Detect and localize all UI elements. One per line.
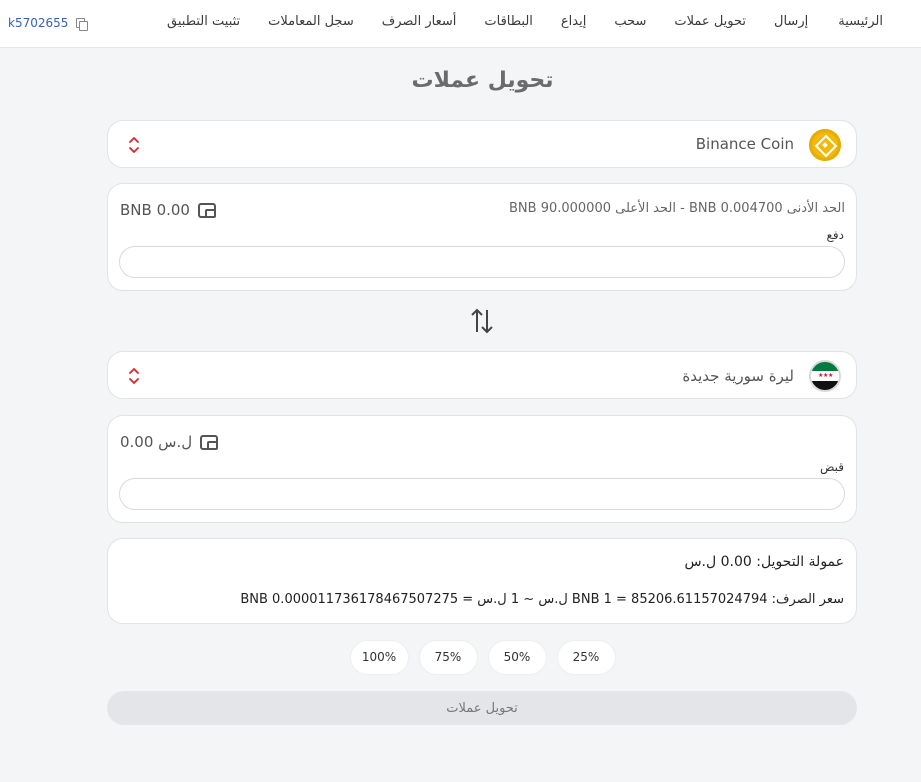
sort-arrows-icon — [129, 137, 139, 153]
sort-arrows-icon — [129, 368, 139, 384]
nav-item-exchange-rates[interactable]: أسعار الصرف — [382, 14, 457, 29]
percent-100-button[interactable]: 100% — [349, 640, 409, 675]
nav-item-deposit[interactable]: إيداع — [561, 14, 586, 29]
to-currency-name: ليرة سورية جديدة — [682, 367, 794, 385]
commission-text: عمولة التحويل: 0.00 ل.س — [684, 554, 844, 570]
to-currency-selector[interactable]: ★ ★ ★ ليرة سورية جديدة — [107, 351, 857, 399]
swap-arrows-icon[interactable] — [470, 307, 494, 335]
receive-label: قبض — [819, 460, 844, 474]
page-title: تحويل عملات — [411, 68, 554, 93]
bnb-coin-icon — [809, 129, 841, 161]
nav-item-install-app[interactable]: تثبيت التطبيق — [167, 14, 240, 29]
percent-25-button[interactable]: 25% — [556, 640, 616, 675]
pay-amount-input[interactable] — [119, 246, 845, 278]
receive-amount-input[interactable] — [119, 478, 845, 510]
account-id-block: k5702655 — [8, 16, 89, 31]
percent-buttons: 25% 50% 75% 100% — [0, 640, 921, 675]
main-nav: الرئيسية إرسال تحويل عملات سحب إيداع الب… — [167, 14, 883, 29]
pay-amount-card: BNB 0.00 الحد الأدنى BNB 0.004700 - الحد… — [107, 183, 857, 291]
conversion-info-card: عمولة التحويل: 0.00 ل.س سعر الصرف: BNB 1… — [107, 538, 857, 624]
from-currency-selector[interactable]: Binance Coin — [107, 120, 857, 168]
min-max-limits: الحد الأدنى BNB 0.004700 - الحد الأعلى B… — [509, 201, 845, 216]
wallet-icon — [200, 434, 219, 450]
convert-submit-button[interactable]: تحويل عملات — [107, 691, 857, 725]
exchange-rate-text: سعر الصرف: BNB 1 = 85206.61157024794 ل.س… — [240, 592, 844, 607]
copy-icon[interactable] — [76, 17, 89, 31]
nav-item-cards[interactable]: البطاقات — [484, 14, 533, 29]
pay-label: دفع — [826, 228, 844, 242]
syria-flag-icon: ★ ★ ★ — [809, 360, 841, 392]
percent-75-button[interactable]: 75% — [418, 640, 478, 675]
to-wallet-balance: 0.00 ل.س — [120, 433, 219, 451]
from-currency-name: Binance Coin — [695, 135, 794, 153]
from-balance-value: BNB 0.00 — [120, 201, 190, 219]
nav-item-send[interactable]: إرسال — [774, 14, 808, 29]
nav-item-home[interactable]: الرئيسية — [838, 14, 883, 29]
receive-amount-card: 0.00 ل.س قبض — [107, 415, 857, 523]
account-id: k5702655 — [8, 16, 69, 30]
wallet-icon — [197, 202, 216, 218]
top-nav-bar: الرئيسية إرسال تحويل عملات سحب إيداع الب… — [0, 0, 921, 48]
nav-item-exchange[interactable]: تحويل عملات — [674, 14, 746, 29]
nav-item-withdraw[interactable]: سحب — [614, 14, 646, 29]
nav-item-transaction-history[interactable]: سجل المعاملات — [268, 14, 354, 29]
percent-50-button[interactable]: 50% — [487, 640, 547, 675]
to-balance-value: 0.00 ل.س — [120, 433, 193, 451]
from-wallet-balance: BNB 0.00 — [120, 201, 216, 219]
